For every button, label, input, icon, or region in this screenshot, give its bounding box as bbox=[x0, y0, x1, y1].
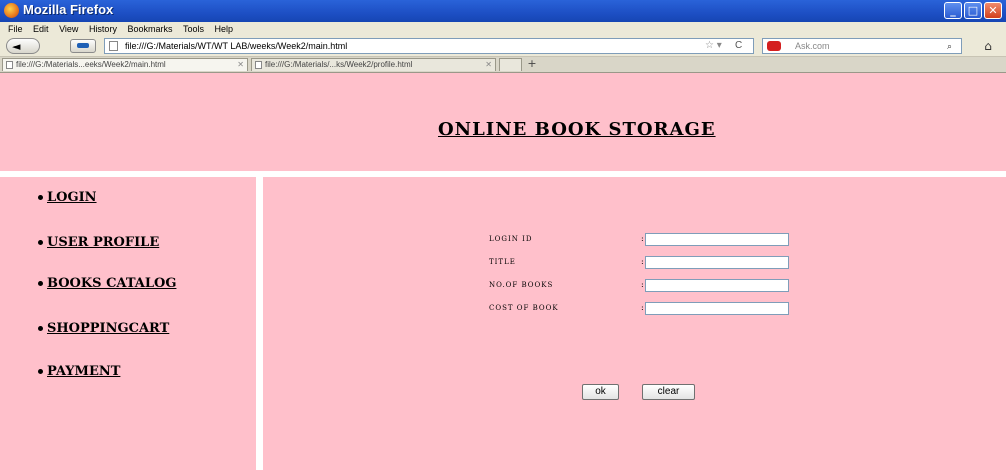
search-placeholder: Ask.com bbox=[795, 41, 830, 51]
menu-tools[interactable]: Tools bbox=[183, 22, 204, 36]
bookmark-star-icon[interactable]: ☆ ▾ bbox=[705, 39, 722, 53]
tab-label: file:///G:/Materials/...ks/Week2/profile… bbox=[265, 60, 413, 69]
menu-item-shoppingcart: SHOPPINGCART bbox=[38, 321, 169, 336]
login-id-input[interactable] bbox=[645, 233, 789, 246]
bullet-icon bbox=[38, 195, 43, 200]
tab-main[interactable]: file:///G:/Materials...eeks/Week2/main.h… bbox=[2, 58, 248, 71]
link-books-catalog[interactable]: BOOKS CATALOG bbox=[47, 276, 176, 291]
tab-strip: file:///G:/Materials...eeks/Week2/main.h… bbox=[0, 57, 1006, 73]
link-shoppingcart[interactable]: SHOPPINGCART bbox=[47, 321, 169, 336]
page-content: ONLINE BOOK STORAGE LOGIN USER PROFILE B… bbox=[0, 73, 1006, 470]
no-of-books-input[interactable] bbox=[645, 279, 789, 292]
menu-item-user-profile: USER PROFILE bbox=[38, 235, 159, 250]
bookmark-icon bbox=[77, 43, 89, 48]
menu-bookmarks[interactable]: Bookmarks bbox=[127, 22, 172, 36]
menu-history[interactable]: History bbox=[89, 22, 117, 36]
menu-view[interactable]: View bbox=[59, 22, 78, 36]
page-icon bbox=[6, 61, 13, 69]
colon: : bbox=[641, 280, 644, 289]
form-frame: LOGIN ID : TITLE : NO.OF BOOKS : COST OF… bbox=[263, 177, 1006, 470]
address-text[interactable]: file:///G:/Materials/WT/WT LAB/weeks/Wee… bbox=[125, 39, 347, 53]
page-title: ONLINE BOOK STORAGE bbox=[438, 119, 716, 140]
window-titlebar: Mozilla Firefox _ □ ✕ bbox=[0, 0, 1006, 22]
bullet-icon bbox=[38, 281, 43, 286]
label-no-of-books: NO.OF BOOKS bbox=[489, 281, 554, 289]
close-tab-icon[interactable]: ✕ bbox=[237, 59, 244, 71]
menu-help[interactable]: Help bbox=[215, 22, 234, 36]
menu-item-payment: PAYMENT bbox=[38, 364, 120, 379]
bullet-icon bbox=[38, 326, 43, 331]
minimize-button[interactable]: _ bbox=[944, 2, 962, 19]
frame-divider-vertical[interactable] bbox=[256, 177, 263, 470]
colon: : bbox=[641, 257, 644, 266]
maximize-button[interactable]: □ bbox=[964, 2, 982, 19]
menu-frame: LOGIN USER PROFILE BOOKS CATALOG SHOPPIN… bbox=[0, 177, 256, 470]
bookmark-toolbar-button[interactable] bbox=[70, 39, 96, 53]
menu-file[interactable]: File bbox=[8, 22, 23, 36]
colon: : bbox=[641, 303, 644, 312]
menu-item-login: LOGIN bbox=[38, 190, 97, 205]
link-login[interactable]: LOGIN bbox=[47, 190, 97, 205]
navigation-toolbar: ◄ file:///G:/Materials/WT/WT LAB/weeks/W… bbox=[0, 36, 1006, 57]
label-cost-of-book: COST OF BOOK bbox=[489, 304, 559, 312]
menu-edit[interactable]: Edit bbox=[33, 22, 49, 36]
ok-button[interactable]: ok bbox=[582, 384, 619, 400]
address-bar[interactable]: file:///G:/Materials/WT/WT LAB/weeks/Wee… bbox=[104, 38, 754, 54]
back-button[interactable]: ◄ bbox=[6, 38, 40, 54]
search-bar[interactable]: Ask.com ⌕ bbox=[762, 38, 962, 54]
bullet-icon bbox=[38, 240, 43, 245]
menu-bar: File Edit View History Bookmarks Tools H… bbox=[0, 22, 1006, 36]
link-user-profile[interactable]: USER PROFILE bbox=[47, 235, 159, 250]
search-engine-icon[interactable] bbox=[767, 41, 781, 51]
label-title: TITLE bbox=[489, 258, 516, 266]
tab-profile[interactable]: file:///G:/Materials/...ks/Week2/profile… bbox=[251, 58, 496, 71]
colon: : bbox=[641, 234, 644, 243]
page-icon bbox=[109, 41, 118, 51]
close-button[interactable]: ✕ bbox=[984, 2, 1002, 19]
reload-icon[interactable]: C bbox=[735, 39, 742, 53]
tab-label: file:///G:/Materials...eeks/Week2/main.h… bbox=[16, 60, 166, 69]
tab-spacer bbox=[499, 58, 522, 71]
cost-of-book-input[interactable] bbox=[645, 302, 789, 315]
search-icon[interactable]: ⌕ bbox=[947, 39, 952, 53]
close-tab-icon[interactable]: ✕ bbox=[485, 59, 492, 71]
title-input[interactable] bbox=[645, 256, 789, 269]
page-icon bbox=[255, 61, 262, 69]
window-title: Mozilla Firefox bbox=[23, 2, 114, 17]
firefox-icon bbox=[4, 3, 19, 18]
home-icon[interactable]: ⌂ bbox=[978, 38, 998, 54]
clear-button[interactable]: clear bbox=[642, 384, 695, 400]
new-tab-button[interactable]: + bbox=[523, 58, 541, 71]
link-payment[interactable]: PAYMENT bbox=[47, 364, 120, 379]
bullet-icon bbox=[38, 369, 43, 374]
label-login-id: LOGIN ID bbox=[489, 235, 533, 243]
header-frame: ONLINE BOOK STORAGE bbox=[0, 73, 1006, 171]
menu-item-books-catalog: BOOKS CATALOG bbox=[38, 276, 176, 291]
